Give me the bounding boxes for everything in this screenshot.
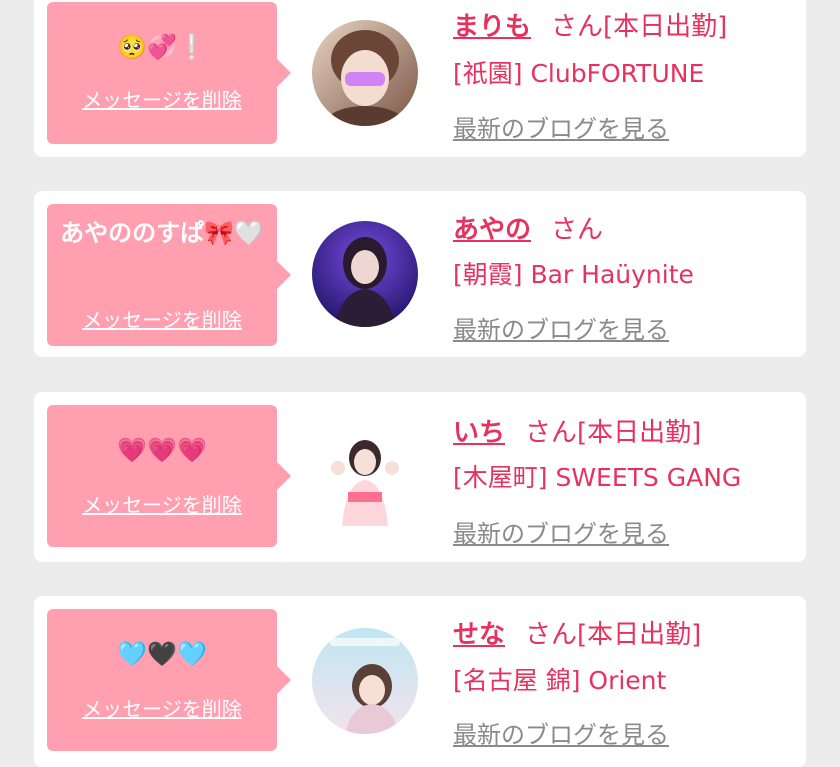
message-text: 🩵🖤🩵 bbox=[117, 640, 207, 668]
shop-info: [祇園] ClubFORTUNE bbox=[453, 59, 705, 88]
message-text: 🥺💞❕ bbox=[117, 33, 207, 61]
conversation-list: 🥺💞❕ メッセージを削除 まりも さん[本日出勤] [祇園] ClubFORTU… bbox=[0, 0, 840, 767]
latest-blog-link[interactable]: 最新のブログを見る bbox=[453, 109, 669, 144]
cast-name-line: せな さん[本日出勤] bbox=[453, 614, 701, 651]
shop-info: [朝霞] Bar Haüynite bbox=[453, 260, 694, 289]
message-text: あやののすぱ🎀🤍 bbox=[60, 219, 264, 247]
conversation-card: あやののすぱ🎀🤍 メッセージを削除 あやの さん [朝霞] Bar Haüynit… bbox=[34, 191, 806, 357]
message-text: 💗💗💗 bbox=[117, 436, 207, 464]
message-bubble: 💗💗💗 メッセージを削除 bbox=[47, 405, 291, 547]
message-bubble: 🥺💞❕ メッセージを削除 bbox=[47, 2, 291, 144]
honorific: さん bbox=[551, 215, 604, 245]
latest-blog-link[interactable]: 最新のブログを見る bbox=[453, 715, 669, 750]
latest-blog-link[interactable]: 最新のブログを見る bbox=[453, 310, 669, 345]
message-bubble: あやののすぱ🎀🤍 メッセージを削除 bbox=[47, 204, 291, 346]
delete-message-button[interactable]: メッセージを削除 bbox=[47, 693, 277, 722]
latest-blog-link[interactable]: 最新のブログを見る bbox=[453, 514, 669, 549]
honorific: さん bbox=[551, 12, 604, 42]
delete-message-button[interactable]: メッセージを削除 bbox=[47, 489, 277, 518]
avatar[interactable] bbox=[312, 221, 418, 327]
honorific: さん bbox=[525, 620, 578, 650]
cast-name-line: あやの さん bbox=[453, 209, 603, 246]
cast-name-line: まりも さん[本日出勤] bbox=[453, 6, 727, 43]
conversation-card: 🩵🖤🩵 メッセージを削除 せな さん[本日出勤] [名古屋 錦] Orient … bbox=[34, 596, 806, 767]
attendance-status: [本日出勤] bbox=[577, 418, 702, 448]
avatar[interactable] bbox=[312, 20, 418, 126]
cast-name-link[interactable]: まりも bbox=[453, 12, 531, 42]
cast-name-link[interactable]: いち bbox=[453, 418, 505, 448]
avatar[interactable] bbox=[312, 628, 418, 734]
conversation-card: 💗💗💗 メッセージを削除 いち さん[本日出勤] [木屋町] SWEETS GAN… bbox=[34, 392, 806, 562]
attendance-status: [本日出勤] bbox=[577, 620, 702, 650]
conversation-card: 🥺💞❕ メッセージを削除 まりも さん[本日出勤] [祇園] ClubFORTU… bbox=[34, 0, 806, 157]
shop-info: [木屋町] SWEETS GANG bbox=[453, 463, 742, 492]
cast-name-link[interactable]: あやの bbox=[453, 215, 531, 245]
honorific: さん bbox=[525, 418, 578, 448]
avatar[interactable] bbox=[312, 426, 418, 532]
attendance-status: [本日出勤] bbox=[603, 12, 728, 42]
cast-name-line: いち さん[本日出勤] bbox=[453, 412, 701, 449]
shop-info: [名古屋 錦] Orient bbox=[453, 666, 667, 695]
cast-name-link[interactable]: せな bbox=[453, 620, 505, 650]
delete-message-button[interactable]: メッセージを削除 bbox=[47, 84, 277, 113]
delete-message-button[interactable]: メッセージを削除 bbox=[47, 304, 277, 333]
message-bubble: 🩵🖤🩵 メッセージを削除 bbox=[47, 609, 291, 751]
